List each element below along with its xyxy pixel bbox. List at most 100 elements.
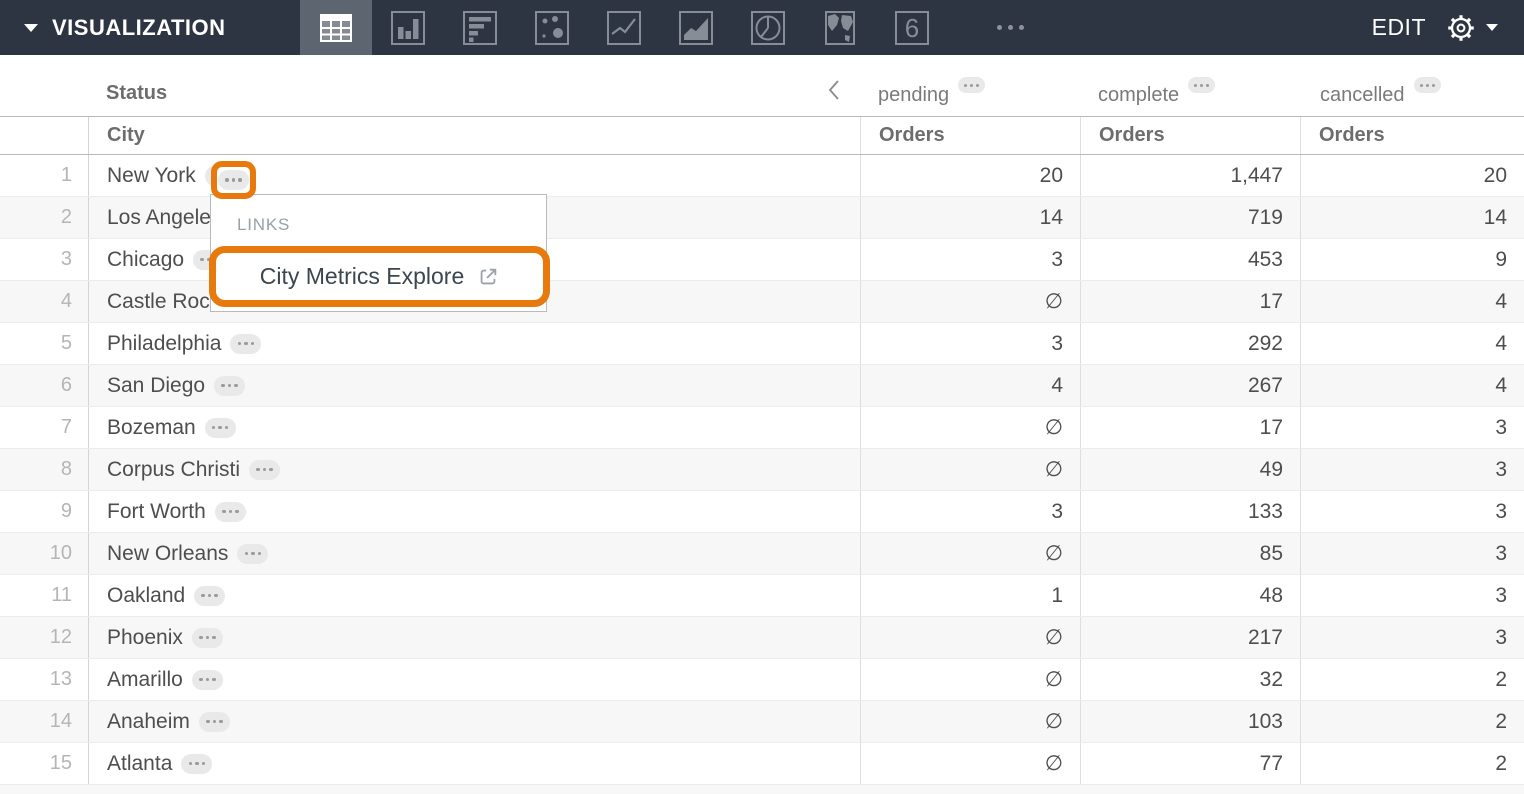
viz-tab-table[interactable] xyxy=(300,0,372,55)
row-more-button[interactable] xyxy=(215,502,246,522)
looker-visualization-panel: VISUALIZATION xyxy=(0,0,1524,794)
cancelled-orders-cell[interactable]: 4 xyxy=(1300,281,1524,322)
cancelled-orders-cell[interactable]: 3 xyxy=(1300,491,1524,532)
pending-orders-cell[interactable]: 14 xyxy=(860,197,1080,238)
measure-header-pending[interactable]: Orders xyxy=(860,117,1080,154)
row-more-button[interactable] xyxy=(214,376,245,396)
cancelled-orders-cell[interactable]: 3 xyxy=(1300,617,1524,658)
cancelled-orders-cell[interactable]: 3 xyxy=(1300,407,1524,448)
row-index: 2 xyxy=(0,197,88,238)
city-cell[interactable]: Corpus Christi xyxy=(88,449,860,490)
viz-tab-map[interactable] xyxy=(804,0,876,55)
complete-orders-cell[interactable]: 17 xyxy=(1080,407,1300,448)
city-cell[interactable]: New Orleans xyxy=(88,533,860,574)
complete-orders-cell[interactable]: 103 xyxy=(1080,701,1300,742)
complete-orders-cell[interactable]: 77 xyxy=(1080,743,1300,784)
complete-orders-cell[interactable]: 292 xyxy=(1080,323,1300,364)
row-more-button[interactable] xyxy=(237,544,268,564)
table-row: 8 Corpus Christi ∅ 49 3 xyxy=(0,449,1524,491)
settings-menu-button[interactable] xyxy=(1444,11,1498,45)
complete-orders-cell[interactable]: 719 xyxy=(1080,197,1300,238)
cancelled-orders-cell[interactable]: 20 xyxy=(1300,155,1524,196)
cancelled-orders-cell[interactable]: 9 xyxy=(1300,239,1524,280)
visualization-section-toggle[interactable]: VISUALIZATION xyxy=(24,0,226,55)
pending-orders-cell[interactable]: ∅ xyxy=(860,617,1080,658)
city-cell[interactable]: San Diego xyxy=(88,365,860,406)
dimension-header[interactable]: City xyxy=(88,117,860,154)
measure-header-cancelled[interactable]: Orders xyxy=(1300,117,1524,154)
cancelled-orders-cell[interactable]: 4 xyxy=(1300,365,1524,406)
viz-tab-column-chart[interactable] xyxy=(372,0,444,55)
pending-orders-cell[interactable]: ∅ xyxy=(860,659,1080,700)
pending-orders-cell[interactable]: 20 xyxy=(860,155,1080,196)
row-more-button[interactable] xyxy=(230,334,261,354)
viz-tab-area-chart[interactable] xyxy=(660,0,732,55)
pivot-field-label: Status xyxy=(106,82,167,105)
complete-orders-cell[interactable]: 453 xyxy=(1080,239,1300,280)
viz-tab-pie-chart[interactable] xyxy=(732,0,804,55)
pending-orders-cell[interactable]: ∅ xyxy=(860,449,1080,490)
pending-orders-cell[interactable]: 3 xyxy=(860,323,1080,364)
pending-orders-cell[interactable]: 3 xyxy=(860,491,1080,532)
pending-orders-cell[interactable]: 1 xyxy=(860,575,1080,616)
city-cell[interactable]: Atlanta xyxy=(88,743,860,784)
pending-orders-cell[interactable]: ∅ xyxy=(860,743,1080,784)
complete-orders-cell[interactable]: 133 xyxy=(1080,491,1300,532)
viz-tab-more[interactable] xyxy=(974,0,1046,55)
complete-orders-cell[interactable]: 17 xyxy=(1080,281,1300,322)
table-row: 6 San Diego 4 267 4 xyxy=(0,365,1524,407)
cancelled-orders-cell[interactable]: 3 xyxy=(1300,533,1524,574)
city-cell[interactable]: Oakland xyxy=(88,575,860,616)
drill-link-city-metrics-explore[interactable]: City Metrics Explore xyxy=(260,263,499,290)
edit-button[interactable]: EDIT xyxy=(1372,14,1426,41)
cancelled-orders-cell[interactable]: 3 xyxy=(1300,575,1524,616)
viz-tab-line-chart[interactable] xyxy=(588,0,660,55)
row-more-button[interactable] xyxy=(181,754,212,774)
cancelled-orders-cell[interactable]: 2 xyxy=(1300,701,1524,742)
city-cell[interactable]: Philadelphia xyxy=(88,323,860,364)
complete-orders-cell[interactable]: 85 xyxy=(1080,533,1300,574)
cancelled-orders-cell[interactable]: 4 xyxy=(1300,323,1524,364)
pending-orders-cell[interactable]: ∅ xyxy=(860,281,1080,322)
row-more-button[interactable] xyxy=(249,460,280,480)
measure-header-complete[interactable]: Orders xyxy=(1080,117,1300,154)
row-more-button[interactable] xyxy=(192,670,223,690)
pivot-more-button[interactable] xyxy=(1188,77,1215,93)
row-more-options-button[interactable] xyxy=(218,170,249,190)
city-name: Phoenix xyxy=(107,626,183,650)
cancelled-orders-cell[interactable]: 2 xyxy=(1300,659,1524,700)
city-cell[interactable]: Phoenix xyxy=(88,617,860,658)
complete-orders-cell[interactable]: 1,447 xyxy=(1080,155,1300,196)
complete-orders-cell[interactable]: 267 xyxy=(1080,365,1300,406)
city-cell[interactable]: Bozeman xyxy=(88,407,860,448)
viz-tab-single-value[interactable]: 6 xyxy=(876,0,948,55)
viz-tab-scatter[interactable] xyxy=(516,0,588,55)
settings-caret-icon xyxy=(1486,24,1498,31)
pending-orders-cell[interactable]: ∅ xyxy=(860,701,1080,742)
collapse-pivot-button[interactable] xyxy=(826,78,842,107)
pivot-more-button[interactable] xyxy=(1414,77,1441,93)
row-more-button[interactable] xyxy=(199,712,230,732)
city-cell[interactable]: Fort Worth xyxy=(88,491,860,532)
cancelled-orders-cell[interactable]: 2 xyxy=(1300,743,1524,784)
pending-orders-cell[interactable]: 4 xyxy=(860,365,1080,406)
complete-orders-cell[interactable]: 32 xyxy=(1080,659,1300,700)
complete-orders-cell[interactable]: 217 xyxy=(1080,617,1300,658)
city-cell[interactable]: Amarillo xyxy=(88,659,860,700)
pending-orders-cell[interactable]: 3 xyxy=(860,239,1080,280)
city-cell[interactable]: New York xyxy=(88,155,860,196)
cancelled-orders-cell[interactable]: 3 xyxy=(1300,449,1524,490)
complete-orders-cell[interactable]: 48 xyxy=(1080,575,1300,616)
pivot-more-button[interactable] xyxy=(958,77,985,93)
row-more-button[interactable] xyxy=(194,586,225,606)
pending-orders-cell[interactable]: ∅ xyxy=(860,533,1080,574)
cancelled-orders-cell[interactable]: 14 xyxy=(1300,197,1524,238)
row-more-button[interactable] xyxy=(205,418,236,438)
row-more-button[interactable] xyxy=(192,628,223,648)
viz-tab-bar-chart[interactable] xyxy=(444,0,516,55)
city-cell[interactable]: Anaheim xyxy=(88,701,860,742)
pending-orders-cell[interactable]: ∅ xyxy=(860,407,1080,448)
city-name: Amarillo xyxy=(107,668,183,692)
pie-chart-icon xyxy=(748,8,788,48)
complete-orders-cell[interactable]: 49 xyxy=(1080,449,1300,490)
